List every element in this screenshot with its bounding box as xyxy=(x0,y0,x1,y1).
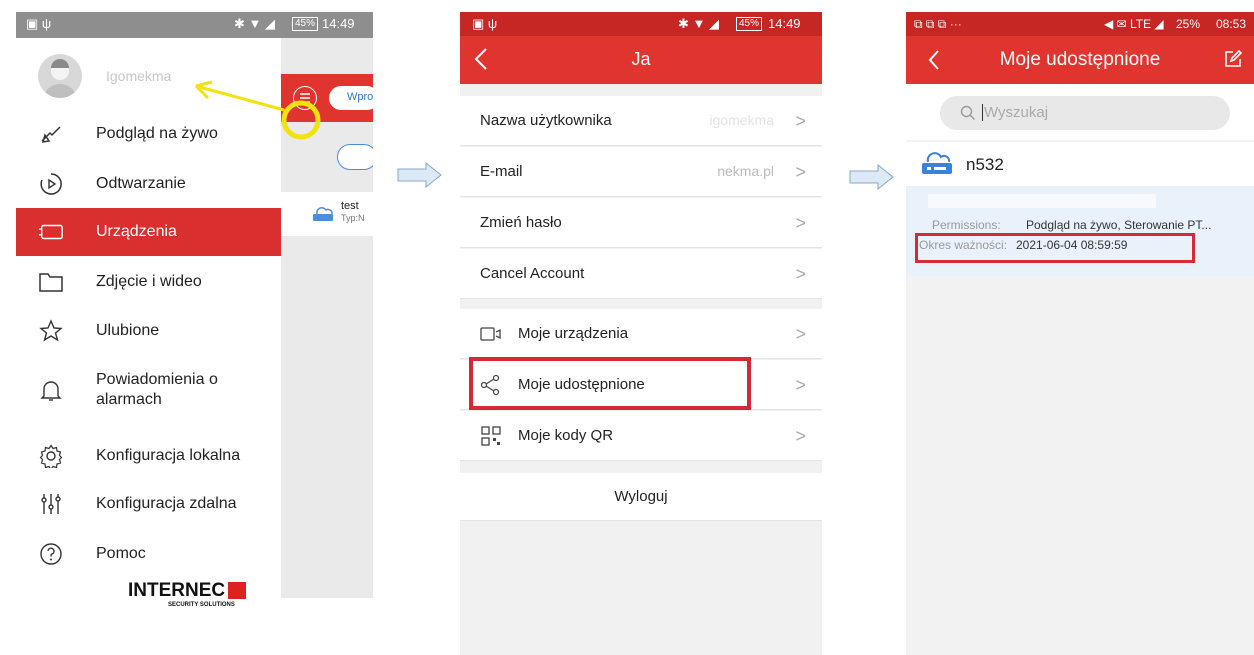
chevron-right-icon: > xyxy=(795,324,806,344)
playback-icon xyxy=(38,171,64,197)
cloud-dvr-icon xyxy=(922,152,952,174)
row-value: nekma.pl xyxy=(717,163,774,179)
row-label: Moje urządzenia xyxy=(518,325,629,342)
logo-text: INTERNEC xyxy=(128,580,226,601)
menu-label: Konfiguracja zdalna xyxy=(96,495,237,512)
gear-icon xyxy=(38,443,64,469)
chevron-right-icon: > xyxy=(795,213,806,233)
battery-percent: 25% xyxy=(1176,17,1201,31)
row-email[interactable]: E-mail nekma.pl > xyxy=(460,147,822,197)
title-bar: Moje udostępnione xyxy=(906,36,1254,84)
highlight-circle xyxy=(281,100,321,140)
search-placeholder: Wyszukaj xyxy=(982,104,1049,121)
annotation-arrow xyxy=(195,84,285,112)
device-name: test xyxy=(341,200,359,212)
row-label: E-mail xyxy=(480,163,523,180)
menu-item-devices[interactable]: Urządzenia xyxy=(16,208,281,256)
menu-item-local-config[interactable]: Konfiguracja lokalna xyxy=(16,432,281,480)
row-label: Cancel Account xyxy=(480,265,585,282)
search-icon xyxy=(960,105,975,120)
flow-arrow-1 xyxy=(397,162,442,188)
row-label: Zmień hasło xyxy=(480,214,562,231)
battery-indicator: 45% xyxy=(736,17,763,31)
redacted-account xyxy=(928,194,1156,208)
status-right-icons: ◀ ✉ LTE ◢ xyxy=(1104,17,1164,31)
status-left-icons: ▣ ψ xyxy=(472,16,498,31)
logo-subtext: SECURITY SOLUTIONS xyxy=(168,602,235,608)
logout-label: Wyloguj xyxy=(614,488,668,505)
permissions-value: Podgląd na żywo, Sterowanie PT... xyxy=(1026,218,1212,232)
qr-icon xyxy=(481,426,501,446)
row-label: Moje kody QR xyxy=(518,427,614,444)
page-title: Moje udostępnione xyxy=(999,49,1161,70)
row-my-devices[interactable]: Moje urządzenia > xyxy=(460,309,822,359)
camera-icon xyxy=(480,327,501,341)
highlight-rectangle xyxy=(915,233,1195,263)
menu-item-alarm-notifications[interactable]: Powiadomienia o alarmach xyxy=(16,360,281,420)
device-name: n532 xyxy=(966,155,1004,174)
annotation-overlay xyxy=(194,80,321,140)
sliders-icon xyxy=(38,491,64,517)
row-username[interactable]: Nazwa użytkownika igomekma > xyxy=(460,96,822,146)
menu-label: Ulubione xyxy=(96,322,160,339)
edit-icon[interactable] xyxy=(1224,50,1242,68)
page-title: Ja xyxy=(631,49,651,69)
chevron-right-icon: > xyxy=(795,162,806,182)
status-left-icons: ⧉ ⧉ ⧉ ··· xyxy=(914,17,962,31)
row-cancel-account[interactable]: Cancel Account > xyxy=(460,249,822,299)
menu-label: Zdjęcie i wideo xyxy=(96,273,202,290)
cloud-dvr-icon xyxy=(313,207,333,221)
chevron-right-icon: > xyxy=(795,111,806,131)
row-change-password[interactable]: Zmień hasło > xyxy=(460,198,822,248)
my-shared-screen: ⧉ ⧉ ⧉ ··· ◀ ✉ LTE ◢ 25% 08:53 Moje udost… xyxy=(906,12,1254,655)
internec-logo: INTERNEC SECURITY SOLUTIONS xyxy=(128,580,268,614)
logout-button[interactable]: Wyloguj xyxy=(460,473,822,521)
device-header[interactable]: n532 xyxy=(906,142,1254,186)
flow-arrow-2 xyxy=(849,164,894,190)
menu-item-favorites[interactable]: Ulubione xyxy=(16,307,281,355)
menu-item-help[interactable]: Pomoc xyxy=(16,530,281,578)
folder-icon xyxy=(38,269,64,295)
device-type: Typ:N xyxy=(341,213,365,223)
logo-mark xyxy=(228,582,246,599)
search-area: Wyszukaj xyxy=(906,84,1254,140)
highlight-rectangle xyxy=(469,357,751,410)
menu-label: Pomoc xyxy=(96,545,146,562)
app-drawer-screen: ▣ ψ ✱ ▼ ◢ 45% 14:49 Wpro test Typ:N Igom… xyxy=(16,12,373,655)
account-screen: ▣ ψ ✱ ▼ ◢ 45% 14:49 Ja Nazwa użytkownika… xyxy=(460,12,822,655)
chevron-right-icon: > xyxy=(795,264,806,284)
menu-label: Odtwarzanie xyxy=(96,175,186,192)
status-bar: ▣ ψ ✱ ▼ ◢ 45% 14:49 xyxy=(460,12,822,36)
help-icon xyxy=(38,541,64,567)
chevron-right-icon: > xyxy=(795,426,806,446)
menu-item-photos-videos[interactable]: Zdjęcie i wideo xyxy=(16,258,281,306)
bell-icon xyxy=(38,377,64,403)
permissions-label: Permissions: xyxy=(932,218,1001,232)
search-input[interactable]: Wyszukaj xyxy=(940,96,1230,130)
status-time: 08:53 xyxy=(1216,17,1247,31)
menu-item-remote-config[interactable]: Konfiguracja zdalna xyxy=(16,480,281,528)
menu-label: Urządzenia xyxy=(96,223,177,240)
status-bar: ⧉ ⧉ ⧉ ··· ◀ ✉ LTE ◢ 25% 08:53 xyxy=(906,12,1254,36)
chevron-right-icon: > xyxy=(795,375,806,395)
menu-label: Powiadomienia o alarmach xyxy=(96,371,218,408)
row-label: Nazwa użytkownika xyxy=(480,112,612,129)
status-right-icons: ✱ ▼ ◢ xyxy=(678,16,719,31)
title-bar: Ja xyxy=(460,36,822,84)
menu-item-playback[interactable]: Odtwarzanie xyxy=(16,160,281,208)
device-icon xyxy=(38,219,64,245)
row-value: igomekma xyxy=(709,112,774,128)
star-icon xyxy=(38,318,64,344)
row-my-qr-codes[interactable]: Moje kody QR > xyxy=(460,411,822,461)
menu-label: Konfiguracja lokalna xyxy=(96,447,241,464)
status-time: 14:49 xyxy=(768,16,801,31)
device-list-item[interactable]: test Typ:N xyxy=(281,192,373,236)
